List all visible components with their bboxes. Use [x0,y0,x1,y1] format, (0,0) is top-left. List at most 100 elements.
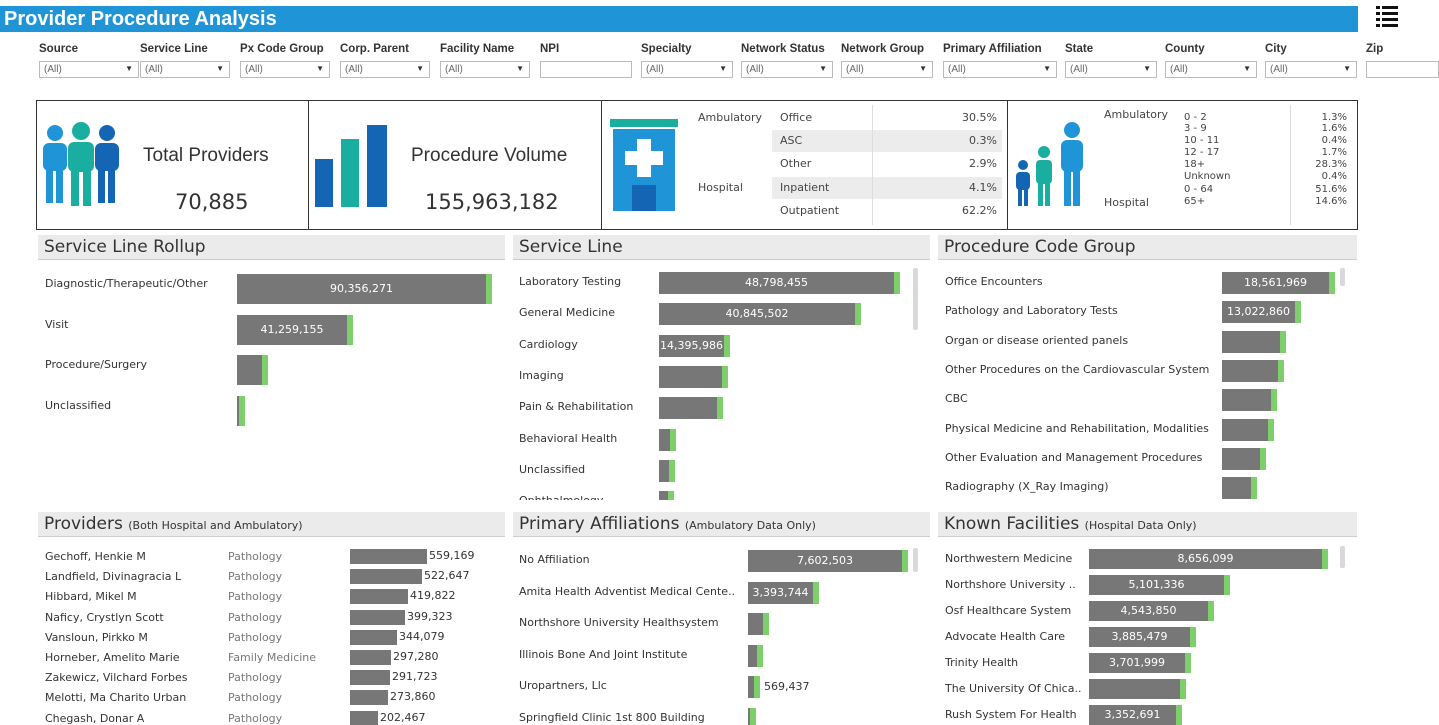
provider-name[interactable]: Landfield, Divinagracia L [45,570,225,583]
provider-bar[interactable] [350,629,397,645]
code_group-row-label[interactable]: Other Evaluation and Management Procedur… [945,451,1221,464]
filter-value-7: (All) [746,64,764,75]
code_group-bar-accent [1260,447,1266,470]
dashboard: Provider Procedure Analysis Source (All) ▼… [0,0,1439,725]
code_group-bar[interactable] [1222,330,1286,353]
facilities-row-label[interactable]: Osf Healthcare System [945,604,1085,617]
setting-row-pct: 0.3% [969,134,997,147]
provider-name[interactable]: Gechoff, Henkie M [45,550,225,563]
provider-bar[interactable] [350,609,405,625]
affiliations-row-label[interactable]: Uropartners, Llc [519,679,741,692]
affiliations-row-label[interactable]: Northshore University Healthsystem [519,616,741,629]
service_line-row-label[interactable]: Pain & Rehabilitation [519,400,654,413]
code_group-bar[interactable] [1222,389,1277,412]
bar-chart-icon [315,125,387,207]
provider-bar[interactable] [350,589,408,605]
service-line-scrollbar[interactable] [913,268,918,330]
facilities-bar-accent [1208,601,1214,621]
service_line-row-label[interactable]: Cardiology [519,338,654,351]
code_group-bar[interactable] [1222,477,1257,500]
service_line-bar[interactable] [659,491,674,500]
provider-bar[interactable] [350,710,378,725]
facilities-bar-value: 8,656,099 [1177,552,1234,565]
age-row-label: 0 - 2 [1184,112,1207,123]
filter-dropdown-9[interactable]: (All) ▼ [943,61,1057,78]
age-row-label: 18+ [1184,159,1206,170]
provider-name[interactable]: Melotti, Ma Charito Urban [45,691,225,704]
provider-name[interactable]: Naficy, Crystlyn Scott [45,611,225,624]
provider-bar[interactable] [350,549,427,564]
filter-value-0: (All) [44,64,62,75]
provider-bar[interactable] [350,569,422,585]
service_line-row-label[interactable]: Unclassified [519,463,654,476]
filter-dropdown-12[interactable]: (All) ▼ [1265,61,1357,78]
filter-dropdown-7[interactable]: (All) ▼ [741,61,833,78]
service_line-row-label[interactable]: Laboratory Testing [519,275,654,288]
code_group-row-label[interactable]: Office Encounters [945,275,1221,288]
code_group-row-label[interactable]: Physical Medicine and Rehabilitation, Mo… [945,422,1221,435]
facilities-row-label[interactable]: Northwestern Medicine [945,552,1085,565]
provider-specialty: Family Medicine [228,651,317,664]
provider-bar[interactable] [350,670,390,686]
list-menu-icon[interactable] [1376,4,1398,30]
affiliations-bar[interactable] [748,613,769,635]
chevron-down-icon: ▼ [719,64,727,73]
facilities-bar-accent [1176,705,1182,725]
filter-dropdown-1[interactable]: (All) ▼ [140,61,230,78]
facilities-row-label[interactable]: The University Of Chica.. [945,682,1085,695]
code_group-bar[interactable] [1222,418,1274,441]
service_line-row-label[interactable]: Imaging [519,369,654,382]
facilities-scrollbar[interactable] [1340,546,1345,568]
filter-dropdown-11[interactable]: (All) ▼ [1165,61,1257,78]
service_line-row-label[interactable]: Ophthalmology [519,494,654,500]
filter-dropdown-0[interactable]: (All) ▼ [39,61,139,78]
code_group-row-label[interactable]: CBC [945,392,1221,405]
filter-dropdown-4[interactable]: (All) ▼ [440,61,530,78]
provider-bar[interactable] [350,690,388,706]
affiliations-bar[interactable] [748,644,763,667]
filter-dropdown-2[interactable]: (All) ▼ [240,61,330,78]
provider-name[interactable]: Zakewicz, Vilchard Forbes [45,671,225,684]
code_group-row-label[interactable]: Pathology and Laboratory Tests [945,304,1221,317]
filter-dropdown-6[interactable]: (All) ▼ [641,61,733,78]
service_line-bar[interactable] [659,365,728,388]
facilities-row-label[interactable]: Trinity Health [945,656,1085,669]
filter-dropdown-5[interactable] [540,61,632,78]
code_group-bar[interactable] [1222,447,1266,470]
affiliations-row-label[interactable]: No Affiliation [519,553,741,566]
service_line-bar[interactable] [659,428,676,451]
affiliations-row-label[interactable]: Illinois Bone And Joint Institute [519,648,741,661]
affiliations-bar[interactable] [748,707,756,725]
affiliations-row-label[interactable]: Springfield Clinic 1st 800 Building [519,711,741,724]
provider-name[interactable]: Chegash, Donar A [45,712,225,725]
code_group-row-label[interactable]: Other Procedures on the Cardiovascular S… [945,363,1221,376]
provider-name[interactable]: Hibbard, Mikel M [45,590,225,603]
affiliations-row-label[interactable]: Amita Health Adventist Medical Cente.. [519,585,741,598]
service_line-row-label[interactable]: Behavioral Health [519,432,654,445]
chevron-down-icon: ▼ [1343,64,1351,73]
affiliations-bar[interactable] [748,676,760,698]
service_line-row-label[interactable]: General Medicine [519,306,654,319]
provider-bar[interactable] [350,650,391,665]
filter-dropdown-13[interactable] [1366,61,1439,78]
facilities-row-label[interactable]: Advocate Health Care [945,630,1085,643]
filter-dropdown-8[interactable]: (All) ▼ [841,61,933,78]
service_line-bar[interactable] [659,397,723,420]
kpi-providers-label: Total Providers [143,145,269,166]
service_line-bar[interactable] [659,459,675,482]
filter-dropdown-10[interactable]: (All) ▼ [1065,61,1157,78]
setting-row-label: Other [780,157,812,170]
code-group-scrollbar[interactable] [1340,268,1345,286]
code_group-bar[interactable] [1222,359,1284,382]
provider-name[interactable]: Vansloun, Pirkko M [45,631,225,644]
provider-name[interactable]: Horneber, Amelito Marie [45,651,225,664]
facilities-bar[interactable] [1089,679,1186,699]
code_group-row-label[interactable]: Organ or disease oriented panels [945,334,1221,347]
filter-dropdown-3[interactable]: (All) ▼ [340,61,430,78]
code_group-row-label[interactable]: Radiography (X_Ray Imaging) [945,480,1221,493]
providers-title-text: Providers [44,514,123,534]
affiliations-scrollbar[interactable] [913,548,918,572]
facilities-row-label[interactable]: Rush System For Health [945,708,1085,721]
service_line-bar-accent [669,459,675,482]
facilities-row-label[interactable]: Northshore University .. [945,578,1085,591]
